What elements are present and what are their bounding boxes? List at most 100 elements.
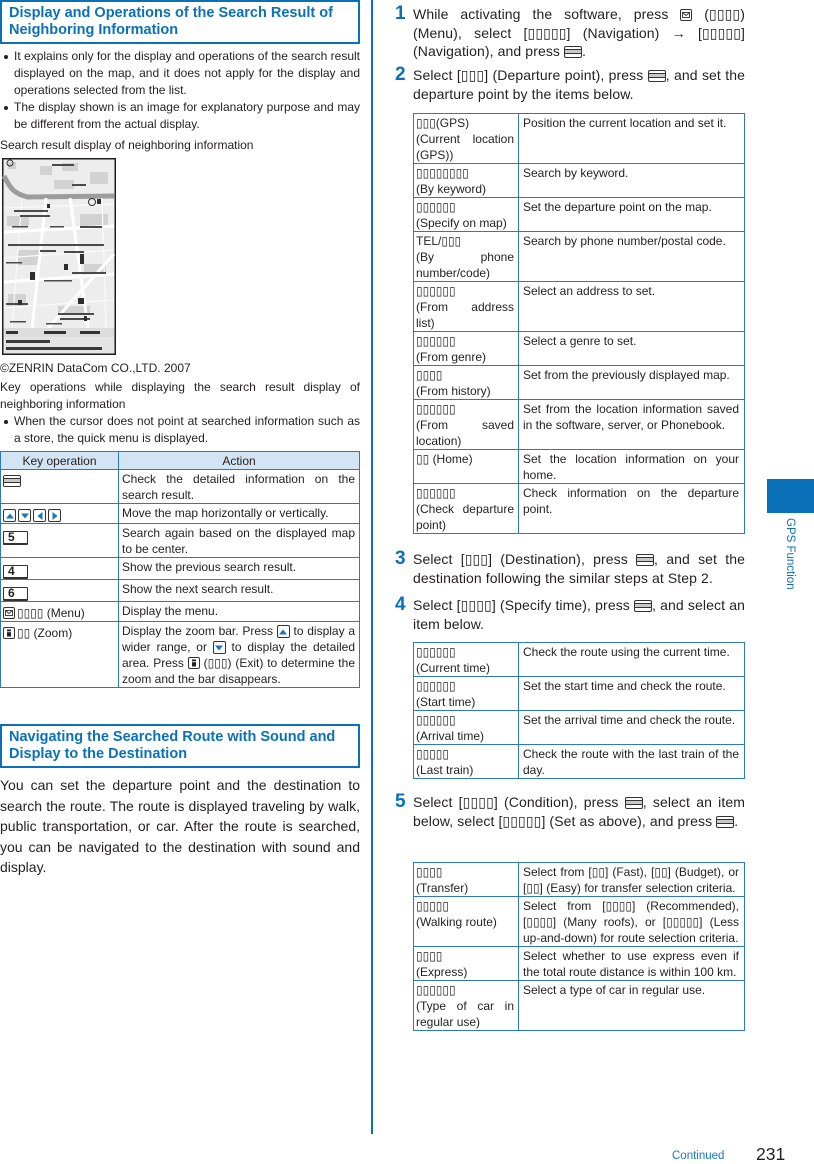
table-row: ▯▯▯(GPS) (Current location (GPS)) Positio… xyxy=(413,113,745,164)
table-row: ▯▯▯▯▯▯ (From saved location) Set from the… xyxy=(413,399,745,450)
option-name-jp: ▯▯▯(GPS) xyxy=(416,116,470,130)
down-key-icon xyxy=(18,509,31,522)
option-name-en: (Specify on map) xyxy=(416,216,507,230)
option-name-cell: ▯▯▯▯▯▯ (Start time) xyxy=(413,676,519,711)
key-cell: 4 xyxy=(0,557,119,580)
menu-key-icon xyxy=(564,46,583,58)
action-cell: Show the next search result. xyxy=(118,579,360,602)
action-cell: Show the previous search result. xyxy=(118,557,360,580)
i-key-icon xyxy=(187,657,200,669)
column-header-key-operation: Key operation xyxy=(0,451,119,470)
bullet-icon xyxy=(4,106,8,110)
right-key-icon xyxy=(48,509,61,522)
key-cell: ▯▯▯▯ (Menu) xyxy=(0,601,119,622)
key-cell xyxy=(0,503,119,524)
action-cell: Display the menu. xyxy=(118,601,360,622)
key-operations-note: When the cursor does not point at search… xyxy=(0,413,360,447)
map-softkey-bar xyxy=(3,328,115,337)
chapter-tab-label: GPS Function xyxy=(784,518,796,590)
option-description-cell: Search by keyword. xyxy=(518,163,745,198)
key-cell: ▯▯ (Zoom) xyxy=(0,621,119,688)
option-name-cell: ▯▯▯▯▯ (Walking route) xyxy=(413,896,519,947)
mail-key-icon xyxy=(3,607,15,619)
menu-key-icon xyxy=(3,475,21,487)
option-name-cell: ▯▯▯▯ (From history) xyxy=(413,365,519,400)
option-name-cell: ▯▯▯(GPS) (Current location (GPS)) xyxy=(413,113,519,164)
option-name-en: (From address list) xyxy=(416,300,514,330)
option-name-jp: ▯▯▯▯ xyxy=(416,949,443,963)
option-name-en: (From saved location) xyxy=(416,418,514,448)
step-number: 1 xyxy=(395,3,406,24)
step-text-segment: Select [▯▯▯] (Destination), press xyxy=(413,551,637,567)
option-name-jp: TEL/▯▯▯ xyxy=(416,234,462,248)
table-row: ▯▯ (Zoom) Display the zoom bar. Press to… xyxy=(0,621,360,688)
option-description-cell: Check the route using the current time. xyxy=(518,642,745,677)
table-row: 4 Show the previous search result. xyxy=(0,557,360,580)
table-row: ▯▯▯▯▯ (Walking route) Select from [▯▯▯▯] … xyxy=(413,896,745,947)
key-operations-heading: Key operations while displaying the sear… xyxy=(0,380,360,411)
step-text-segment: . xyxy=(582,43,587,59)
option-name-cell: ▯▯▯▯▯▯ (From genre) xyxy=(413,331,519,366)
key-cell: 6 xyxy=(0,579,119,602)
option-name-en: (Check departure point) xyxy=(416,502,514,532)
option-name-jp: ▯▯▯▯▯▯ xyxy=(416,679,456,693)
section-heading-route-navigation: Navigating the Searched Route with Sound… xyxy=(0,724,360,768)
option-name-cell: ▯▯▯▯▯▯ (Check departure point) xyxy=(413,483,519,534)
column-divider xyxy=(371,0,373,1134)
i-key-icon xyxy=(3,627,15,639)
table-row: ▯▯▯▯▯▯ (Start time) Set the start time an… xyxy=(413,676,745,711)
step-3: 3 Select [▯▯▯] (Destination), press , an… xyxy=(395,549,745,587)
option-description-cell: Select from [▯▯] (Fast), [▯▯] (Budget), … xyxy=(518,862,745,897)
option-name-cell: ▯▯▯▯▯ (Last train) xyxy=(413,744,519,779)
action-cell: Search again based on the displayed map … xyxy=(118,523,360,558)
map-info-bar xyxy=(3,337,115,354)
table-row: Check the detailed information on the se… xyxy=(0,469,360,504)
option-description-cell: Check information on the departure point… xyxy=(518,483,745,534)
step-instruction: While activating the software, press (▯▯… xyxy=(413,5,745,61)
step-text-segment: While activating the software, press xyxy=(413,6,681,22)
option-name-cell: ▯▯ (Home) xyxy=(413,449,519,484)
option-name-jp: ▯▯▯▯▯▯ xyxy=(416,402,456,416)
option-name-cell: ▯▯▯▯▯▯ (Arrival time) xyxy=(413,710,519,745)
table-row: ▯▯▯▯▯ (Last train) Check the route with t… xyxy=(413,744,745,779)
map-screenshot xyxy=(2,158,116,355)
option-name-en: (Start time) xyxy=(416,695,476,709)
table-row: ▯▯▯▯▯▯ (Current time) Check the route usi… xyxy=(413,642,745,677)
step-5: 5 Select [▯▯▯▯] (Condition), press , sel… xyxy=(395,792,745,830)
section-heading-search-result-display: Display and Operations of the Search Res… xyxy=(0,0,360,44)
mail-key-icon xyxy=(680,9,693,21)
step-text-segment: Select [▯▯▯▯] (Specify time), press xyxy=(413,597,635,613)
table-row: ▯▯▯▯▯▯ (Check departure point) Check info… xyxy=(413,483,745,534)
option-description-cell: Set the departure point on the map. xyxy=(518,197,745,232)
page-number: 231 xyxy=(756,1144,786,1164)
key-operations-table: Key operation Action Check the detailed … xyxy=(0,451,360,688)
option-name-jp: ▯▯▯▯▯ xyxy=(416,899,450,913)
option-name-cell: ▯▯▯▯▯▯ (Current time) xyxy=(413,642,519,677)
bullet-icon xyxy=(4,420,8,424)
table-row: ▯▯▯▯▯▯ (Type of car in regular use) Selec… xyxy=(413,980,745,1031)
table-row: ▯▯▯▯▯▯ (Specify on map) Set the departure… xyxy=(413,197,745,232)
table-row: ▯▯▯▯ (From history) Set from the previous… xyxy=(413,365,745,400)
option-name-jp: ▯▯▯▯▯▯▯▯ xyxy=(416,166,469,180)
map-image xyxy=(2,158,116,355)
option-name-jp: ▯▯▯▯▯▯ xyxy=(416,284,456,298)
step-instruction: Select [▯▯▯] (Departure point), press , … xyxy=(413,66,745,103)
down-key-icon xyxy=(212,641,226,654)
option-name-cell: ▯▯▯▯ (Express) xyxy=(413,946,519,981)
number-key-icon: 5 xyxy=(3,531,28,545)
option-name-jp: ▯▯▯▯▯▯ xyxy=(416,200,456,214)
up-key-icon xyxy=(3,509,16,522)
option-name-en: (Express) xyxy=(416,965,468,979)
option-description-cell: Select a genre to set. xyxy=(518,331,745,366)
action-cell: Check the detailed information on the se… xyxy=(118,469,360,504)
up-key-icon xyxy=(276,625,290,638)
step-text-segment: Select [▯▯▯] (Departure point), press xyxy=(413,67,648,83)
option-name-jp: ▯▯▯▯ xyxy=(416,368,443,382)
table-row: ▯▯▯▯ (Transfer) Select from [▯▯] (Fast), … xyxy=(413,862,745,897)
step-text-segment: Select [▯▯▯▯] (Condition), press xyxy=(413,794,625,810)
option-name-cell: ▯▯▯▯▯▯ (From saved location) xyxy=(413,399,519,450)
option-description-cell: Search by phone number/postal code. xyxy=(518,231,745,282)
key-label: ▯▯ (Zoom) xyxy=(17,626,73,640)
table-row: ▯▯ (Home) Set the location information o… xyxy=(413,449,745,484)
table-row: 5 Search again based on the displayed ma… xyxy=(0,523,360,558)
